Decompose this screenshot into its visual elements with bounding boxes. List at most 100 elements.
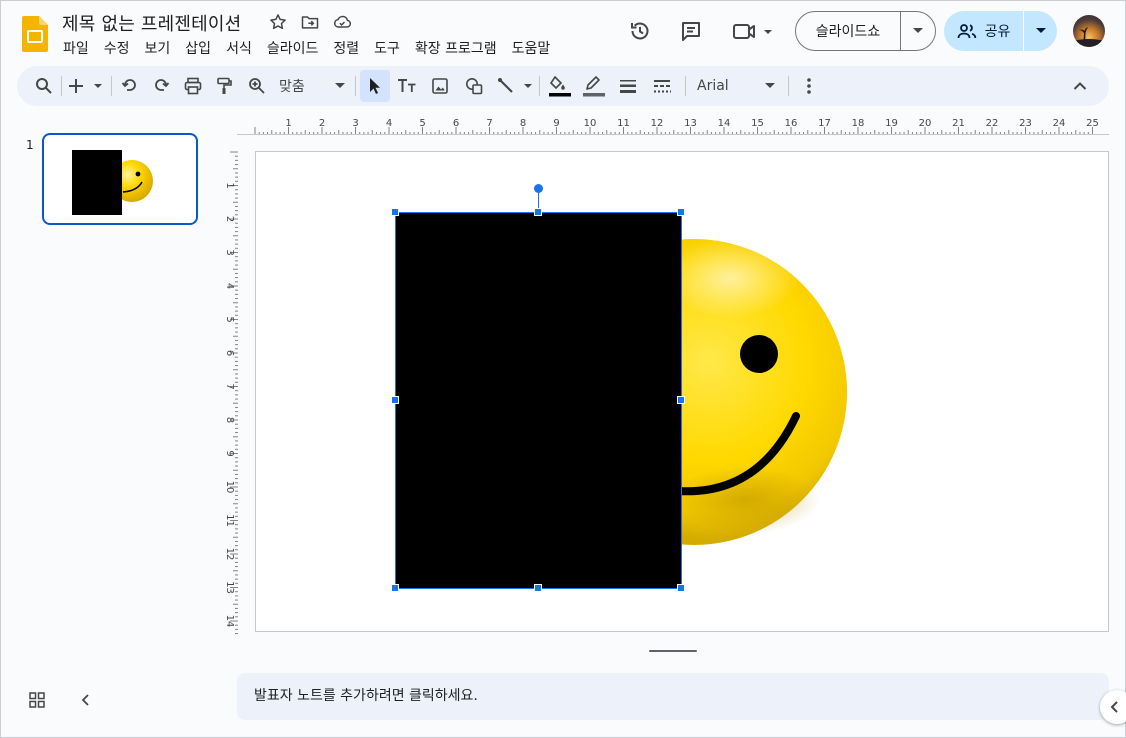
select-icon[interactable] — [364, 74, 386, 98]
menu-slide[interactable]: 슬라이드 — [267, 38, 327, 58]
rotation-handle[interactable] — [534, 184, 543, 193]
menu-view[interactable]: 보기 — [145, 38, 179, 58]
ruler-label: 9 — [553, 118, 559, 129]
menu-insert[interactable]: 삽입 — [185, 38, 219, 58]
redo-icon[interactable] — [150, 74, 172, 98]
resize-handle-bottom-left[interactable] — [391, 584, 399, 592]
ruler-label: 4 — [386, 118, 392, 129]
chevron-down-icon — [913, 28, 923, 34]
move-folder-icon[interactable] — [300, 12, 320, 32]
black-rectangle-shape[interactable] — [395, 212, 682, 589]
add-icon[interactable] — [67, 74, 107, 98]
menu-format[interactable]: 서식 — [226, 38, 260, 58]
share-group: 공유 — [944, 11, 1057, 51]
ruler-label: 10 — [584, 118, 597, 129]
ruler-label: 14 — [224, 615, 235, 628]
font-label: Arial — [697, 78, 729, 94]
chevron-down-icon — [335, 83, 345, 89]
toolbar-divider — [61, 76, 62, 96]
grid-view-icon[interactable] — [29, 692, 47, 710]
zoom-icon[interactable] — [246, 74, 268, 98]
resize-handle-bottom-right[interactable] — [677, 584, 685, 592]
chevron-down-icon — [765, 83, 775, 89]
menu-bar: 파일 수정 보기 삽입 서식 슬라이드 정렬 도구 확장 프로그램 도움말 — [63, 38, 565, 58]
notes-resize-handle[interactable] — [649, 650, 697, 652]
ruler-label: 1 — [224, 182, 235, 188]
menu-edit[interactable]: 수정 — [104, 38, 138, 58]
ruler-label: 12 — [651, 118, 664, 129]
slideshow-button[interactable]: 슬라이드쇼 — [796, 12, 901, 50]
resize-handle-right[interactable] — [677, 396, 685, 404]
resize-handle-bottom[interactable] — [534, 584, 542, 592]
slideshow-dropdown[interactable] — [901, 12, 935, 50]
share-button[interactable]: 공유 — [944, 11, 1024, 51]
resize-handle-left[interactable] — [391, 396, 399, 404]
menu-help[interactable]: 도움말 — [512, 38, 559, 58]
toolbar-divider — [539, 76, 540, 96]
horizontal-ruler[interactable]: 1234567891011121314151617181920212223242… — [237, 115, 1109, 135]
slide-number: 1 — [26, 138, 34, 152]
ruler-label: 18 — [852, 118, 865, 129]
ruler-label: 3 — [224, 249, 235, 255]
ruler-label: 22 — [986, 118, 999, 129]
collapse-filmstrip-icon[interactable] — [79, 692, 97, 710]
shape-icon[interactable] — [463, 74, 485, 98]
meet-icon[interactable] — [733, 19, 775, 43]
ruler-label: 21 — [952, 118, 965, 129]
ruler-label: 25 — [1086, 118, 1099, 129]
resize-handle-top-right[interactable] — [677, 208, 685, 216]
collapse-icon[interactable] — [1069, 74, 1091, 98]
ruler-label: 12 — [224, 548, 235, 561]
zoom-label: 맞춤 — [279, 76, 305, 96]
menu-file[interactable]: 파일 — [63, 38, 97, 58]
menu-tools[interactable]: 도구 — [374, 38, 408, 58]
cloud-saved-icon[interactable] — [332, 12, 352, 32]
avatar[interactable] — [1073, 15, 1105, 47]
line-icon[interactable] — [497, 74, 535, 98]
ruler-label: 1 — [285, 118, 291, 129]
share-dropdown[interactable] — [1024, 11, 1057, 51]
star-icon[interactable] — [268, 12, 288, 32]
ruler-label: 3 — [352, 118, 358, 129]
text-box-icon[interactable] — [396, 74, 418, 98]
speaker-notes-placeholder: 발표자 노트를 추가하려면 클릭하세요. — [254, 685, 478, 705]
fill-color-icon[interactable] — [548, 74, 572, 98]
speaker-notes[interactable]: 발표자 노트를 추가하려면 클릭하세요. — [237, 673, 1109, 720]
paint-format-icon[interactable] — [213, 74, 235, 98]
ruler-label: 7 — [224, 383, 235, 389]
image-icon[interactable] — [429, 74, 451, 98]
zoom-select[interactable]: 맞춤 — [279, 74, 345, 98]
ruler-label: 15 — [751, 118, 764, 129]
border-color-icon[interactable] — [582, 74, 606, 98]
border-dash-icon[interactable] — [651, 74, 673, 98]
slide-thumbnail[interactable] — [42, 133, 198, 225]
ruler-corner — [218, 115, 238, 135]
ruler-label: 7 — [486, 118, 492, 129]
ruler-label: 13 — [684, 118, 697, 129]
toolbar-divider — [111, 76, 112, 96]
more-icon[interactable] — [798, 74, 820, 98]
slides-logo-icon[interactable] — [22, 16, 48, 52]
chevron-down-icon — [1036, 28, 1046, 34]
side-panel-toggle[interactable] — [1100, 690, 1126, 724]
font-select[interactable]: Arial — [697, 74, 775, 98]
slideshow-group: 슬라이드쇼 — [795, 11, 936, 51]
ruler-label: 5 — [419, 118, 425, 129]
share-label: 공유 — [985, 21, 1011, 41]
menu-arrange[interactable]: 정렬 — [333, 38, 367, 58]
search-icon[interactable] — [33, 74, 55, 98]
print-icon[interactable] — [182, 74, 204, 98]
menu-extensions[interactable]: 확장 프로그램 — [415, 38, 505, 58]
ruler-label: 10 — [224, 481, 235, 494]
ruler-label: 16 — [785, 118, 798, 129]
resize-handle-top-left[interactable] — [391, 208, 399, 216]
ruler-label: 2 — [319, 118, 325, 129]
ruler-label: 11 — [224, 514, 235, 527]
document-title[interactable]: 제목 없는 프레젠테이션 — [62, 10, 241, 36]
comment-icon[interactable] — [679, 19, 703, 43]
resize-handle-top[interactable] — [534, 208, 542, 216]
undo-icon[interactable] — [119, 74, 141, 98]
vertical-ruler[interactable]: 1234567891011121314 — [218, 150, 238, 636]
history-icon[interactable] — [628, 19, 652, 43]
border-weight-icon[interactable] — [617, 74, 639, 98]
